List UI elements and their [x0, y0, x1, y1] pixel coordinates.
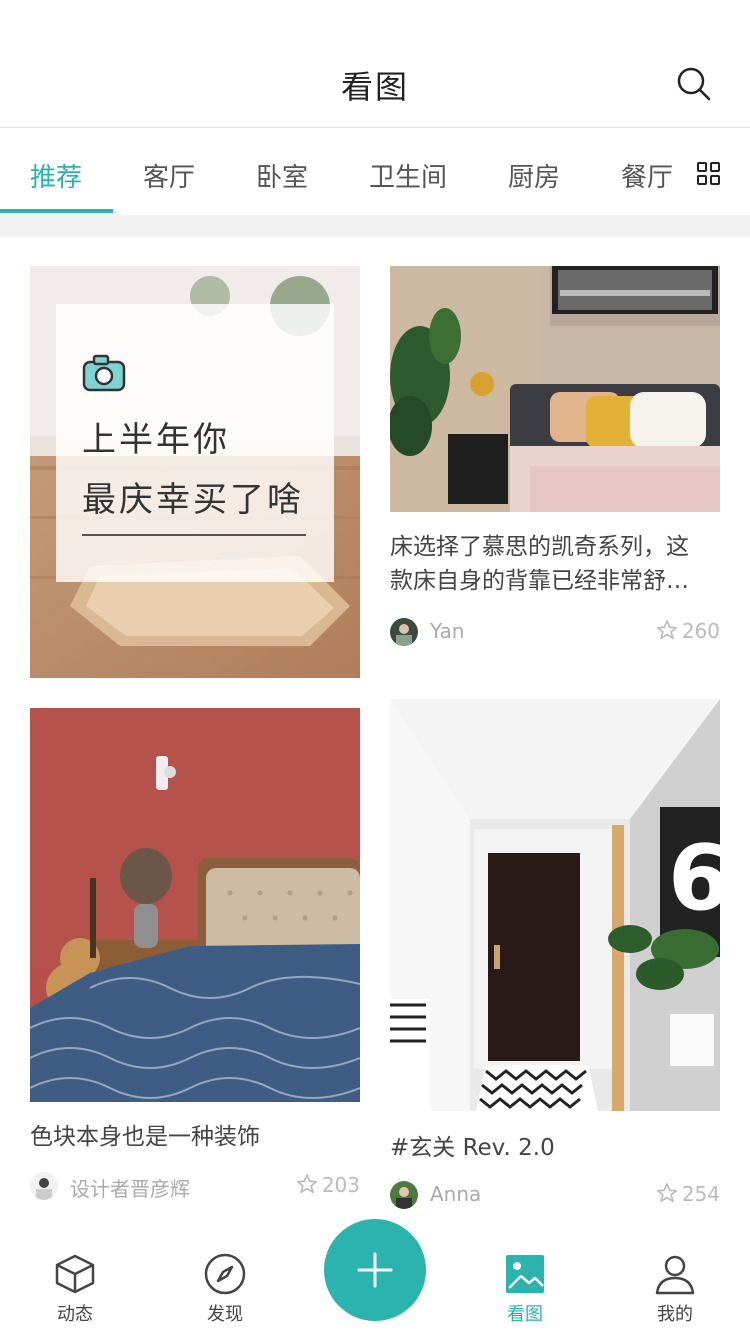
card-caption: #玄关 Rev. 2.0 — [390, 1135, 555, 1161]
avatar[interactable] — [30, 1172, 58, 1200]
author-name[interactable]: Anna — [430, 1182, 481, 1206]
tab-living-room[interactable]: 客厅 — [143, 157, 195, 215]
like-count-value: 254 — [681, 1182, 720, 1206]
plus-icon — [357, 1252, 393, 1288]
nav-item-discover[interactable]: 发现 — [175, 1252, 275, 1326]
author-name[interactable]: 设计者晋彦辉 — [70, 1173, 190, 1202]
entryway-photo: 6 — [390, 699, 720, 1111]
tab-bathroom[interactable]: 卫生间 — [369, 157, 447, 215]
top-bar: 看图 — [0, 0, 750, 128]
avatar[interactable] — [390, 618, 418, 646]
category-tabs: 推荐 客厅 卧室 卫生间 厨房 餐厅 — [0, 129, 750, 215]
like-count[interactable]: 260 — [656, 619, 720, 643]
nav-label: 动态 — [57, 1304, 93, 1325]
card-meta: Anna 254 — [390, 1181, 720, 1211]
tab-recommend[interactable]: 推荐 — [30, 157, 82, 215]
photo-card[interactable]: 床选择了慕思的凯奇系列，这 款床自身的背靠已经非常舒… Yan 260 — [390, 266, 720, 646]
card-meta: 设计者晋彦辉 203 — [30, 1172, 360, 1202]
search-icon[interactable] — [676, 66, 712, 102]
nav-item-feed[interactable]: 动态 — [25, 1252, 125, 1326]
caption-line-2: 款床自身的背靠已经非常舒… — [390, 568, 689, 594]
active-tab-indicator — [0, 209, 113, 213]
card-meta: Yan 260 — [390, 618, 720, 648]
cube-icon — [55, 1254, 95, 1294]
image-icon — [506, 1255, 544, 1293]
user-icon — [655, 1255, 695, 1295]
nav-label: 我的 — [657, 1304, 693, 1325]
like-count-value: 203 — [321, 1173, 360, 1197]
author-name[interactable]: Yan — [430, 619, 464, 643]
star-icon — [656, 1183, 677, 1203]
photo-card[interactable]: 色块本身也是一种装饰 设计者晋彦辉 203 — [30, 708, 360, 1201]
add-post-button[interactable] — [324, 1219, 426, 1321]
like-count[interactable]: 203 — [296, 1173, 360, 1197]
promo-card[interactable]: 上半年你 最庆幸买了啥 — [30, 266, 360, 678]
avatar[interactable] — [390, 1181, 418, 1209]
nav-label: 发现 — [207, 1304, 243, 1325]
star-icon — [296, 1174, 317, 1194]
card-caption: 色块本身也是一种装饰 — [30, 1124, 260, 1150]
like-count[interactable]: 254 — [656, 1182, 720, 1206]
card-caption: 床选择了慕思的凯奇系列，这 款床自身的背靠已经非常舒… — [390, 530, 720, 598]
nav-label: 看图 — [507, 1304, 543, 1325]
promo-line-2: 最庆幸买了啥 — [82, 480, 304, 520]
svg-text:6: 6 — [668, 826, 720, 931]
promo-underline — [82, 534, 306, 536]
tab-kitchen[interactable]: 厨房 — [508, 157, 560, 215]
nav-item-me[interactable]: 我的 — [625, 1252, 725, 1326]
grid-icon[interactable] — [697, 162, 721, 186]
red-bedroom-photo — [30, 708, 360, 1102]
tab-dining-room[interactable]: 餐厅 — [621, 157, 673, 215]
promo-line-1: 上半年你 — [82, 420, 230, 460]
compass-icon — [204, 1253, 246, 1295]
like-count-value: 260 — [681, 619, 720, 643]
section-divider — [0, 215, 750, 237]
page-title: 看图 — [340, 68, 409, 106]
camera-icon — [82, 354, 126, 392]
promo-image: 上半年你 最庆幸买了啥 — [30, 266, 360, 678]
photo-card[interactable]: 6 #玄关 Rev. 2.0 Anna 254 — [390, 699, 720, 1209]
nav-item-gallery[interactable]: 看图 — [475, 1252, 575, 1326]
star-icon — [656, 620, 677, 640]
bedroom-photo — [390, 266, 720, 512]
caption-line-1: 床选择了慕思的凯奇系列，这 — [390, 534, 689, 560]
tab-bedroom[interactable]: 卧室 — [256, 157, 308, 215]
